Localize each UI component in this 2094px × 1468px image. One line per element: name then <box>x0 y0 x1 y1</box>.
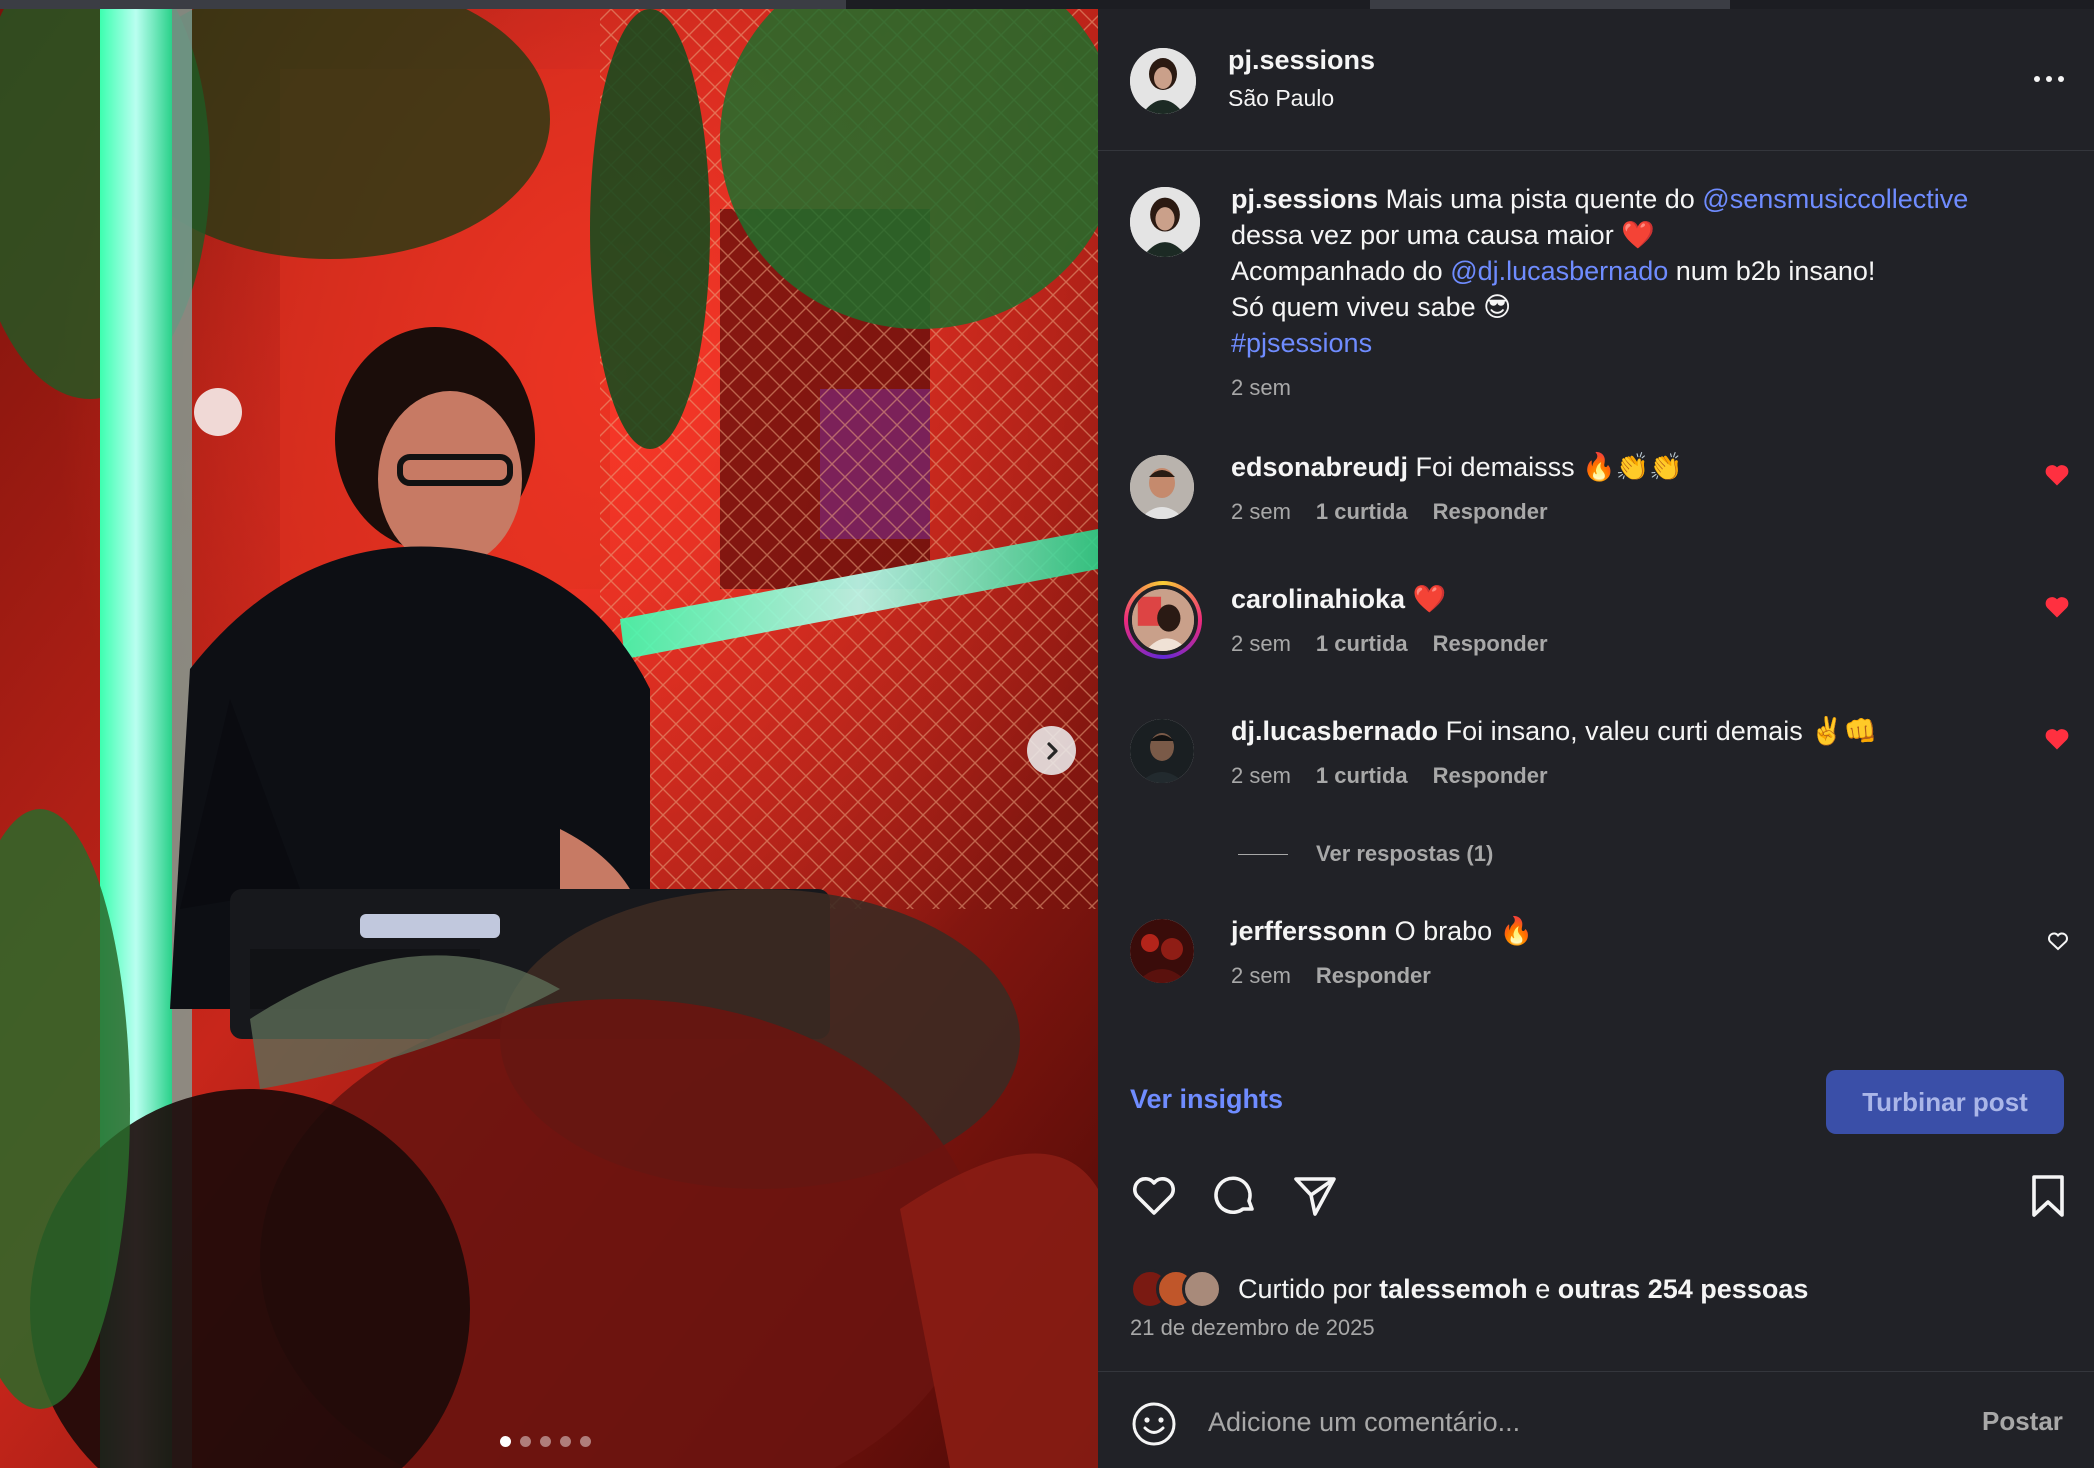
reply-button[interactable]: Responder <box>1433 763 1548 789</box>
caption-line-1: Mais uma pista quente do <box>1385 184 1695 214</box>
author-username[interactable]: pj.sessions <box>1228 45 1375 76</box>
emoji-picker-icon[interactable] <box>1130 1400 1178 1448</box>
heart-filled-icon[interactable] <box>2042 461 2072 489</box>
victory-fist-emoji: ✌️👊 <box>1810 716 1878 746</box>
likes-others-link[interactable]: outras 254 pessoas <box>1558 1274 1809 1304</box>
commenter-username[interactable]: carolinahioka <box>1231 584 1405 614</box>
comment-like-count[interactable]: 1 curtida <box>1316 763 1408 789</box>
top-strip-segment <box>0 0 846 9</box>
caption-line-2: dessa vez por uma causa maior <box>1231 220 1614 250</box>
caption-avatar[interactable] <box>1130 187 1200 257</box>
fire-clap-emoji: 🔥👏👏 <box>1582 452 1683 482</box>
add-comment-bar: Postar <box>1098 1371 2094 1468</box>
post-side-panel: pj.sessions São Paulo pj.sessions Mais u… <box>1098 9 2094 1468</box>
replies-divider <box>1238 853 1288 855</box>
commenter-username[interactable]: jerfferssonn <box>1231 916 1387 946</box>
carousel-dot <box>520 1436 531 1447</box>
comment-icon[interactable] <box>1208 1169 1260 1221</box>
reply-button[interactable]: Responder <box>1433 499 1548 525</box>
carousel-dot <box>540 1436 551 1447</box>
comment-input[interactable] <box>1208 1396 1908 1448</box>
top-strip-segment <box>1370 0 1730 9</box>
post-actions-bar <box>1098 1169 2094 1229</box>
heart-emoji: ❤️ <box>1412 584 1447 614</box>
comment-item: dj.lucasbernado Foi insano, valeu curti … <box>1098 713 2094 823</box>
commenter-username[interactable]: edsonabreudj <box>1231 452 1408 482</box>
caption-timestamp[interactable]: 2 sem <box>1231 375 1291 401</box>
dot <box>2046 76 2052 82</box>
comment-like-count[interactable]: 1 curtida <box>1316 631 1408 657</box>
likes-connector: e <box>1535 1273 1551 1304</box>
heart-outline-icon[interactable] <box>1128 1169 1180 1221</box>
comment-like-count[interactable]: 1 curtida <box>1316 499 1408 525</box>
likes-summary: Curtido por talessemoh e outras 254 pess… <box>1130 1267 1808 1311</box>
commenter-avatar[interactable] <box>1130 719 1194 783</box>
caption-line-3-post: num b2b insano! <box>1675 256 1876 286</box>
mention-link[interactable]: @sensmusiccollective <box>1702 184 1968 214</box>
sunglasses-emoji: 😎 <box>1483 292 1512 322</box>
reply-button[interactable]: Responder <box>1433 631 1548 657</box>
commenter-avatar-story-ring[interactable] <box>1124 581 1202 659</box>
fire-emoji: 🔥 <box>1499 916 1534 946</box>
view-replies-label: Ver respostas (1) <box>1316 841 1494 866</box>
post-date[interactable]: 21 de dezembro de 2025 <box>1130 1315 1375 1341</box>
commenter-avatar[interactable] <box>1130 919 1194 983</box>
liker-avatar <box>1182 1269 1222 1309</box>
browser-top-strip <box>0 0 2094 9</box>
comment-item: carolinahioka ❤️ 2 sem 1 curtida Respond… <box>1098 581 2094 691</box>
post-media[interactable] <box>0 9 1098 1468</box>
caption-line-3-pre: Acompanhado do <box>1231 256 1443 286</box>
boost-post-button[interactable]: Turbinar post <box>1826 1070 2064 1134</box>
comment-item: jerfferssonn O brabo 🔥 2 sem Responder <box>1098 913 2094 1023</box>
commenter-avatar[interactable] <box>1130 455 1194 519</box>
chevron-right-icon <box>1046 741 1058 760</box>
post-photo <box>0 9 1098 1468</box>
carousel-indicator <box>500 1436 591 1447</box>
comment-item: edsonabreudj Foi demaisss 🔥👏👏 2 sem 1 cu… <box>1098 449 2094 559</box>
comment-time[interactable]: 2 sem <box>1231 963 1291 989</box>
caption-line-4: Só quem viveu sabe <box>1231 292 1476 322</box>
dot <box>2058 76 2064 82</box>
comment-time[interactable]: 2 sem <box>1231 499 1291 525</box>
caption-text: pj.sessions Mais uma pista quente do @se… <box>1231 181 2051 361</box>
post-header: pj.sessions São Paulo <box>1098 9 2094 151</box>
heart-emoji: ❤️ <box>1621 220 1655 250</box>
bookmark-icon[interactable] <box>2022 1169 2074 1221</box>
comment-time[interactable]: 2 sem <box>1231 631 1291 657</box>
author-avatar[interactable] <box>1130 48 1196 114</box>
view-replies-button[interactable]: Ver respostas (1) <box>1238 841 1493 867</box>
share-send-icon[interactable] <box>1288 1169 1340 1221</box>
comment-text: Foi demaisss <box>1415 452 1575 482</box>
carousel-next-button[interactable] <box>1027 726 1076 775</box>
reply-button[interactable]: Responder <box>1316 963 1431 989</box>
caption-username[interactable]: pj.sessions <box>1231 184 1378 214</box>
hashtag-link[interactable]: #pjsessions <box>1231 328 1372 358</box>
carousel-dot <box>500 1436 511 1447</box>
comment-text: O brabo <box>1394 916 1493 946</box>
liker-avatars[interactable] <box>1130 1269 1230 1309</box>
carousel-dot <box>560 1436 571 1447</box>
comment-text: Foi insano, valeu curti demais <box>1445 716 1803 746</box>
heart-filled-icon[interactable] <box>2042 725 2072 753</box>
more-horizontal-icon <box>2034 76 2040 82</box>
mention-link[interactable]: @dj.lucasbernado <box>1450 256 1668 286</box>
liker-username[interactable]: talessemoh <box>1379 1274 1528 1304</box>
heart-filled-icon[interactable] <box>2042 593 2072 621</box>
more-options-button[interactable] <box>2026 64 2072 94</box>
commenter-username[interactable]: dj.lucasbernado <box>1231 716 1438 746</box>
view-insights-link[interactable]: Ver insights <box>1130 1084 1283 1115</box>
comment-time[interactable]: 2 sem <box>1231 763 1291 789</box>
carousel-dot <box>580 1436 591 1447</box>
likes-prefix: Curtido por <box>1238 1273 1372 1304</box>
post-location[interactable]: São Paulo <box>1228 85 1334 112</box>
post-comment-button[interactable]: Postar <box>1982 1406 2063 1437</box>
heart-outline-icon[interactable] <box>2045 929 2071 953</box>
